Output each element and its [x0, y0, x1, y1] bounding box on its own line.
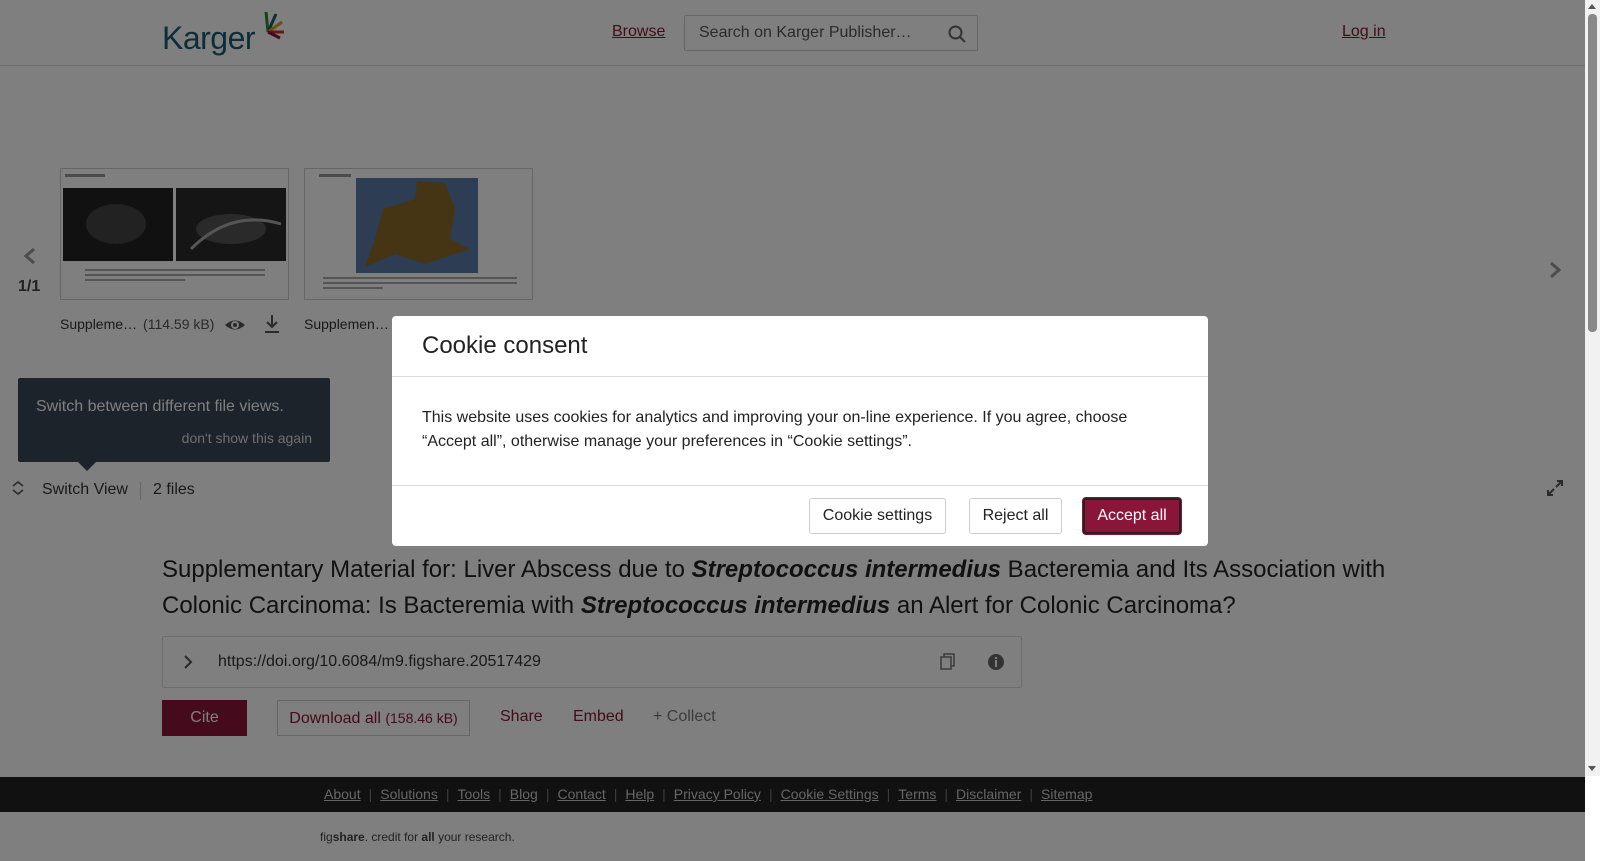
scrollbar-thumb[interactable]: [1588, 14, 1597, 332]
divider: [392, 376, 1208, 377]
cookie-dialog-title: Cookie consent: [422, 332, 588, 359]
scroll-down-arrow-icon[interactable]: [1588, 766, 1596, 771]
reject-all-button[interactable]: Reject all: [969, 498, 1062, 534]
page-scrollbar[interactable]: [1585, 0, 1600, 776]
scroll-up-arrow-icon[interactable]: [1588, 4, 1596, 9]
cookie-settings-button[interactable]: Cookie settings: [809, 498, 946, 534]
cookie-dialog-body: This website uses cookies for analytics …: [422, 409, 1128, 450]
divider: [392, 485, 1208, 486]
cookie-consent-dialog: Cookie consent This website uses cookies…: [392, 316, 1208, 546]
accept-all-button[interactable]: Accept all: [1083, 498, 1181, 534]
